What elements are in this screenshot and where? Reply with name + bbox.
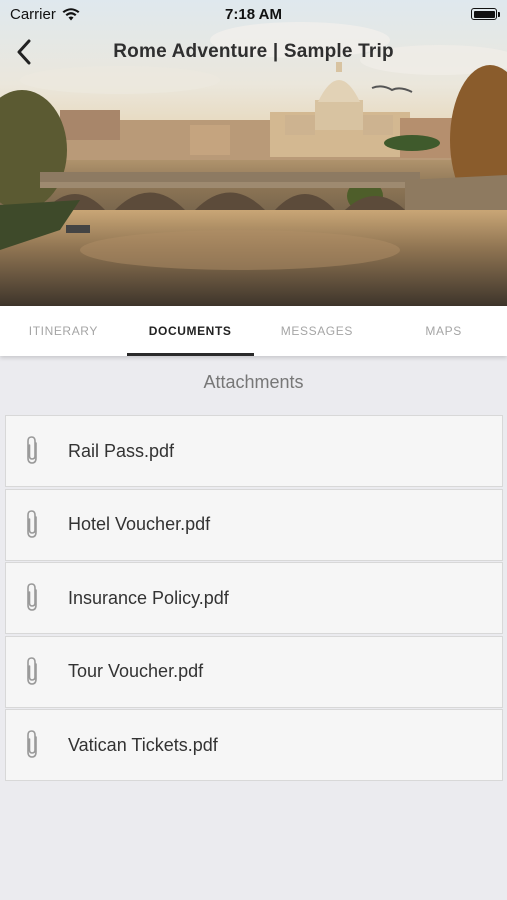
- back-button[interactable]: [8, 36, 40, 68]
- battery-icon: [471, 8, 500, 20]
- paperclip-icon: [27, 656, 37, 685]
- status-bar: Carrier 7:18 AM: [0, 0, 507, 28]
- page-title: Rome Adventure | Sample Trip: [113, 41, 394, 62]
- attachment-item[interactable]: Rail Pass.pdf: [5, 415, 503, 487]
- paperclip-icon: [27, 436, 37, 464]
- tab-messages[interactable]: MESSAGES: [254, 306, 381, 356]
- attachment-item[interactable]: Tour Voucher.pdf: [5, 635, 503, 708]
- paperclip-icon: [27, 583, 37, 611]
- carrier-label: Carrier: [10, 5, 56, 23]
- attachment-item[interactable]: Vatican Tickets.pdf: [5, 709, 503, 781]
- wifi-icon: [62, 7, 80, 20]
- attachment-name: Insurance Policy.pdf: [68, 587, 229, 608]
- tab-itinerary[interactable]: ITINERARY: [0, 306, 127, 356]
- tab-documents[interactable]: DOCUMENTS: [126, 306, 254, 356]
- navigation-bar: Rome Adventure | Sample Trip: [0, 34, 507, 70]
- attachment-item[interactable]: Hotel Voucher.pdf: [5, 488, 503, 561]
- attachments-list: Rail Pass.pdf Hotel Voucher.pdf Insuranc…: [5, 415, 503, 783]
- attachment-name: Rail Pass.pdf: [68, 440, 175, 461]
- paperclip-icon: [27, 730, 37, 758]
- attachment-item[interactable]: Insurance Policy.pdf: [5, 562, 503, 634]
- tab-maps[interactable]: MAPS: [380, 306, 507, 356]
- attachment-name: Vatican Tickets.pdf: [68, 734, 218, 755]
- tab-bar: ITINERARY DOCUMENTS MESSAGES MAPS: [0, 306, 507, 356]
- chevron-left-icon: [17, 39, 31, 65]
- attachment-name: Tour Voucher.pdf: [68, 661, 204, 681]
- paperclip-icon: [27, 509, 37, 538]
- attachments-title: Attachments: [203, 372, 304, 392]
- hero-image: Carrier 7:18 AM Rome Adventure | Sample …: [0, 0, 507, 306]
- attachment-name: Hotel Voucher.pdf: [68, 514, 211, 534]
